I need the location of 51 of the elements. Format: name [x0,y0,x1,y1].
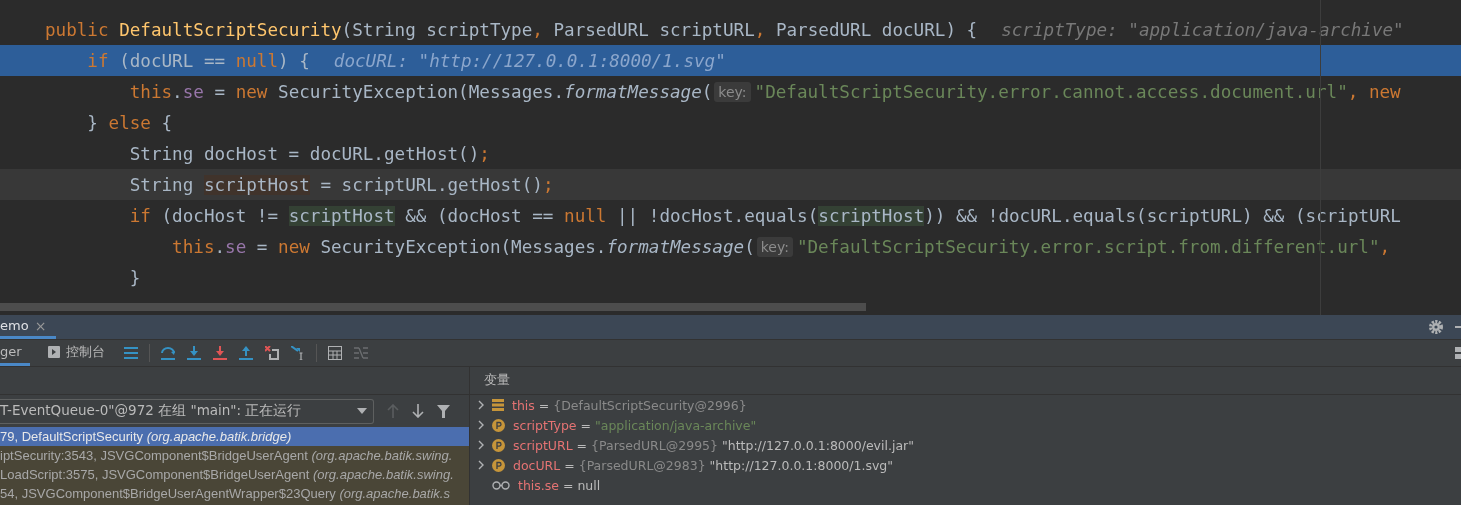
menu-icon[interactable] [123,347,138,359]
code-text: if (docURL == null) { [86,50,310,71]
code-text: String docHost = docURL.getHost(); [128,143,490,164]
filter-icon[interactable] [437,404,450,418]
code-text: } else { [86,112,173,133]
settings-icon[interactable] [1429,320,1443,334]
up-arrow-icon [387,404,399,418]
parameter-hint: key: [756,236,793,257]
drop-frame-icon[interactable] [264,346,279,360]
variable-entry[interactable]: this = {DefaultScriptSecurity@2996} [512,397,747,413]
layout-icon[interactable] [1455,347,1461,359]
parameter-icon [492,458,505,472]
console-icon [47,345,60,358]
inline-value: docURL: "http://127.0.0.1:8000/1.svg" [333,50,726,71]
variable-entry[interactable]: docURL = {ParsedURL@2983} "http://127.0.0.1:8000/1.svg" [513,457,894,473]
step-into-icon[interactable] [186,346,201,360]
step-out-icon[interactable] [238,346,253,360]
parameter-icon [492,438,505,452]
thread-dropdown[interactable]: T-EventQueue-0"@972 在组 "main": 正在运行 [0,398,374,424]
tool-window-tab[interactable]: emo × [0,315,57,339]
code-text: "DefaultScriptSecurity.error.script.from.different.url", [796,236,1391,257]
stack-frame[interactable]: 54, JSVGComponent$BridgeUserAgentWrapper$23Query (org.apache.batik.s [0,484,469,503]
step-over-icon[interactable] [160,346,175,360]
code-text: "DefaultScriptSecurity.error.cannot.access.document.url", new [754,81,1401,102]
glasses-icon [492,480,510,490]
inline-value: scriptType: "application/java-archive" [1001,19,1404,40]
calculator-icon[interactable] [327,346,342,360]
debug-tab[interactable]: 控制台 [39,340,113,366]
force-step-into-icon[interactable] [212,346,227,360]
code-text: String scriptHost = scriptURL.getHost(); [128,174,554,195]
columns-icon [353,347,368,359]
parameter-icon [492,418,505,432]
scrollbar-thumb[interactable] [0,303,866,311]
parameter-hint: key: [714,81,751,102]
code-text: this.se = new SecurityException(Messages.formatMessage( [171,236,755,257]
dropdown-caret-icon [357,408,367,414]
field-icon [492,399,504,411]
code-text: } [128,267,141,288]
variable-entry[interactable]: this.se = null [518,477,601,493]
debug-tab[interactable]: ger [0,340,30,366]
down-arrow-icon[interactable] [412,404,424,418]
variable-entry[interactable]: scriptURL = {ParsedURL@2995} "http://127.0.0.1:8000/evil.jar" [513,437,914,453]
variables-title: 变量 [484,372,510,389]
code-text: this.se = new SecurityException(Messages.formatMessage( [128,81,713,102]
stack-frame[interactable]: 79, DefaultScriptSecurity (org.apache.batik.bridge) [0,427,469,446]
code-text: if (docHost != scriptHost && (docHost == null || !docHost.equals(scriptHost)) && !docURL.equals(scriptURL) && (scriptURL [128,205,1401,226]
stack-frame[interactable]: LoadScript:3575, JSVGComponent$BridgeUserAgent (org.apache.batik.swing. [0,465,469,484]
variable-entry[interactable]: scriptType = "application/java-archive" [513,417,757,433]
stack-frame[interactable]: iptSecurity:3543, JSVGComponent$BridgeUserAgent (org.apache.batik.swing. [0,446,469,465]
run-to-cursor-icon[interactable] [290,346,305,360]
code-text: public DefaultScriptSecurity(String scriptType, ParsedURL scriptURL, ParsedURL docURL) { [45,19,978,40]
